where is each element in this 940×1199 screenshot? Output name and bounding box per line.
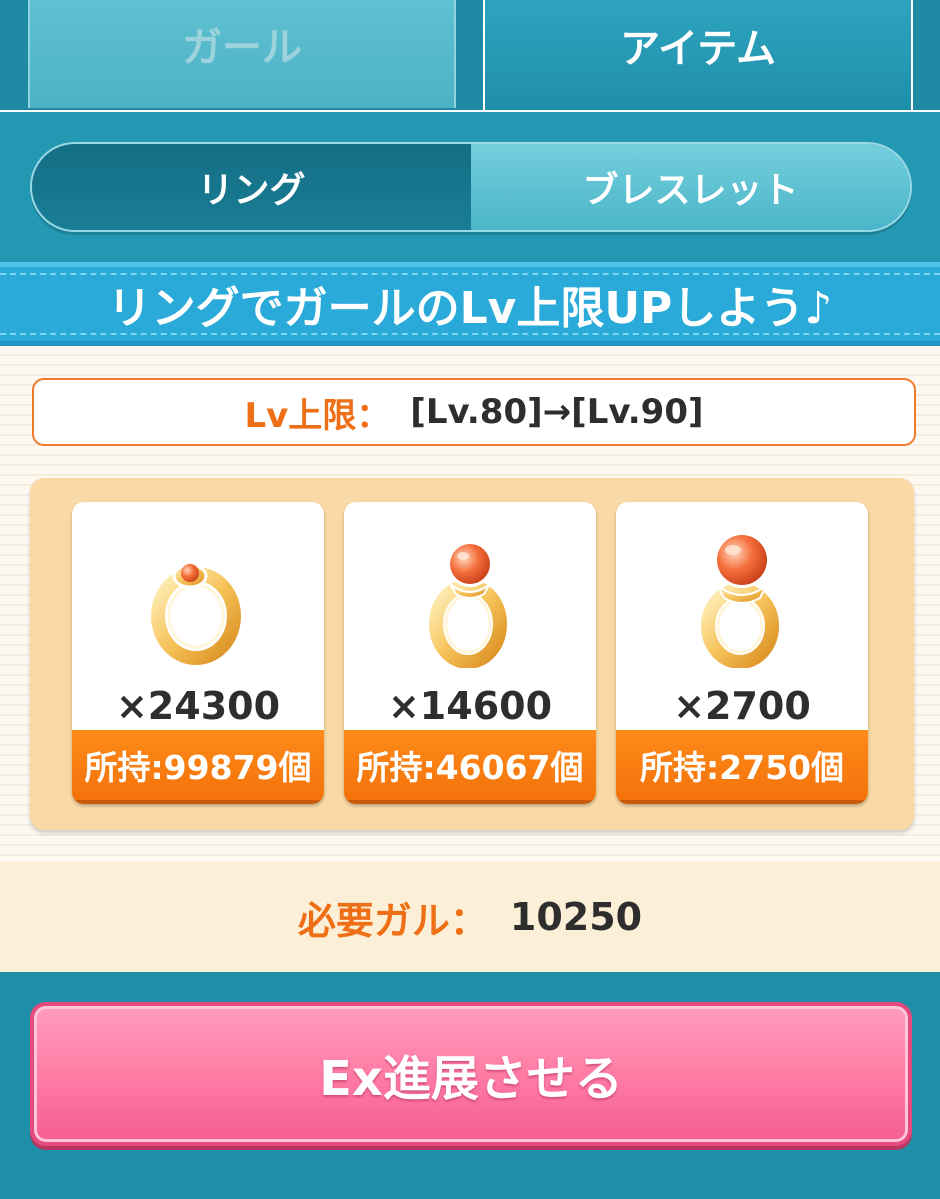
rings-panel: ×24300 所持:99879個 ×14600 所持:46067個 ×2700 … (30, 478, 914, 830)
ring-quantity: ×14600 (387, 684, 553, 728)
required-gal-bar: 必要ガル： 10250 (0, 862, 940, 972)
small-ring-icon (148, 563, 244, 668)
subtab-bracelet[interactable]: ブレスレット (471, 144, 910, 230)
ring-card[interactable]: ×14600 所持:46067個 (344, 502, 596, 804)
subtab-panel: リング ブレスレット (0, 110, 940, 262)
tab-girl[interactable]: ガール (28, 0, 456, 108)
medium-ring-icon (426, 541, 510, 668)
subtab-ring[interactable]: リング (32, 144, 471, 230)
ring-owned-count: 所持:2750個 (616, 730, 868, 804)
ring-card[interactable]: ×2700 所持:2750個 (616, 502, 868, 804)
required-gal-label: 必要ガル： (297, 898, 488, 943)
required-gal-value: 10250 (509, 895, 643, 939)
bottom-action-area: Ex進展させる (0, 972, 940, 1199)
ex-advance-button[interactable]: Ex進展させる (30, 1002, 912, 1146)
subtab-group: リング ブレスレット (30, 142, 912, 232)
ring-owned-count: 所持:46067個 (344, 730, 596, 804)
ring-card[interactable]: ×24300 所持:99879個 (72, 502, 324, 804)
large-ring-icon (698, 532, 782, 668)
ring-owned-count: 所持:99879個 (72, 730, 324, 804)
level-cap-label: Lv上限： (244, 395, 391, 436)
ring-quantity: ×2700 (673, 684, 811, 728)
level-cap-value: [Lv.80]→[Lv.90] (410, 392, 704, 432)
top-tab-bar: ガール アイテム (0, 0, 940, 110)
level-cap-box: Lv上限： [Lv.80]→[Lv.90] (32, 378, 916, 446)
tab-item[interactable]: アイテム (483, 0, 913, 110)
ring-quantity: ×24300 (115, 684, 281, 728)
info-banner: リングでガールのLv上限UPしよう♪ (0, 262, 940, 346)
content-area: Lv上限： [Lv.80]→[Lv.90] ×24300 所持:99879個 ×… (0, 346, 940, 862)
